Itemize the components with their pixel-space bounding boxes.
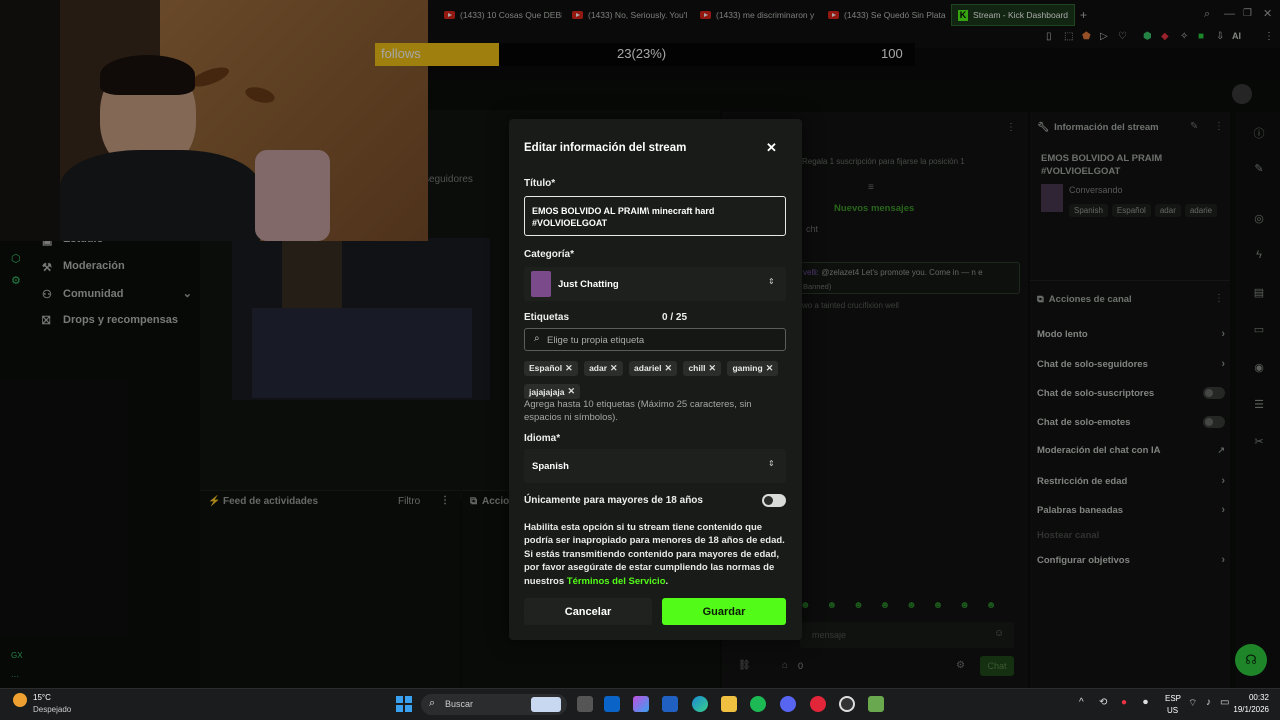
clock-date: 19/1/2026: [1233, 705, 1269, 714]
volume-icon[interactable]: ♪: [1206, 697, 1211, 708]
etiquetas-input[interactable]: ⌕ Elige tu propia etiqueta: [524, 328, 786, 351]
outlook-icon[interactable]: [604, 696, 620, 712]
clock-time[interactable]: 00:32: [1247, 693, 1269, 702]
adult-only-label: Únicamente para mayores de 18 años: [524, 495, 703, 506]
tray-app-icon[interactable]: ⟲: [1099, 697, 1107, 708]
tag-chip: adariel ✕: [629, 360, 677, 376]
obs-icon[interactable]: [839, 696, 855, 712]
file-explorer-icon[interactable]: [721, 696, 737, 712]
search-highlight-image: [531, 697, 561, 712]
idioma-label: Idioma*: [524, 433, 561, 444]
remove-tag-icon[interactable]: ✕: [610, 363, 618, 374]
task-view-icon[interactable]: [577, 696, 593, 712]
categoria-label: Categoría*: [524, 249, 575, 260]
select-arrows-icon: ⇕: [768, 459, 775, 468]
etiquetas-label: Etiquetas: [524, 312, 570, 323]
tray-opera-icon[interactable]: ●: [1121, 697, 1127, 708]
adult-help-text: Habilita esta opción si tu stream tiene …: [524, 522, 785, 587]
category-thumbnail: [531, 271, 551, 297]
etiquetas-count: 0 / 25: [662, 312, 688, 323]
tag-chip: gaming ✕: [727, 360, 779, 376]
windows-start-icon[interactable]: [396, 696, 412, 712]
tag-chip: chill ✕: [683, 360, 721, 376]
tags-help-text: Agrega hasta 10 etiquetas (Máximo 25 car…: [524, 399, 752, 423]
search-icon: ⌕: [429, 697, 436, 709]
wifi-icon[interactable]: ⌔: [1188, 697, 1197, 710]
titulo-label: Título*: [524, 178, 556, 189]
discord-icon[interactable]: [780, 696, 796, 712]
weather-desc: Despejado: [33, 705, 72, 714]
tag-chip: Español ✕: [524, 360, 578, 376]
microphone-icon[interactable]: ⏺: [1143, 697, 1148, 708]
tag-chip: jajajajaja ✕: [524, 384, 580, 399]
tray-chevron-icon[interactable]: ^: [1079, 697, 1084, 708]
remove-tag-icon[interactable]: ✕: [664, 363, 672, 374]
taskbar-search-box[interactable]: ⌕ Buscar: [421, 694, 567, 715]
cancel-button[interactable]: Cancelar: [524, 598, 652, 625]
remove-tag-icon[interactable]: ✕: [766, 363, 774, 374]
remove-tag-icon[interactable]: ✕: [708, 363, 716, 374]
minecraft-icon[interactable]: [868, 696, 884, 712]
tag-chip: adar ✕: [584, 360, 623, 376]
save-button[interactable]: Guardar: [662, 598, 786, 625]
edge-icon[interactable]: [692, 696, 708, 712]
remove-tag-icon[interactable]: ✕: [567, 386, 575, 397]
copilot-icon[interactable]: [633, 696, 649, 712]
select-arrows-icon: ⇕: [768, 277, 775, 286]
toggle-knob: [764, 496, 773, 505]
spotify-icon[interactable]: [750, 696, 766, 712]
store-icon[interactable]: [662, 696, 678, 712]
search-icon: ⌕: [534, 333, 540, 344]
remove-tag-icon[interactable]: ✕: [565, 363, 573, 374]
modal-title: Editar información del stream: [524, 142, 687, 154]
edit-stream-modal: Editar información del stream ✕ Título* …: [509, 119, 802, 640]
weather-temp: 15°C: [33, 693, 51, 702]
titulo-input[interactable]: EMOS BOLVIDO AL PRAIM\ minecraft hard #V…: [524, 196, 786, 236]
terms-link[interactable]: Términos del Servicio: [567, 576, 666, 587]
categoria-select[interactable]: Just Chatting ⇕: [524, 267, 786, 301]
idioma-select[interactable]: Spanish ⇕: [524, 449, 786, 483]
close-icon[interactable]: ✕: [766, 140, 777, 156]
adult-only-toggle[interactable]: [762, 494, 786, 507]
opera-gx-icon[interactable]: [810, 696, 826, 712]
language-indicator[interactable]: ESP: [1165, 694, 1181, 703]
keyboard-layout: US: [1167, 706, 1179, 715]
weather-icon[interactable]: [13, 693, 27, 707]
